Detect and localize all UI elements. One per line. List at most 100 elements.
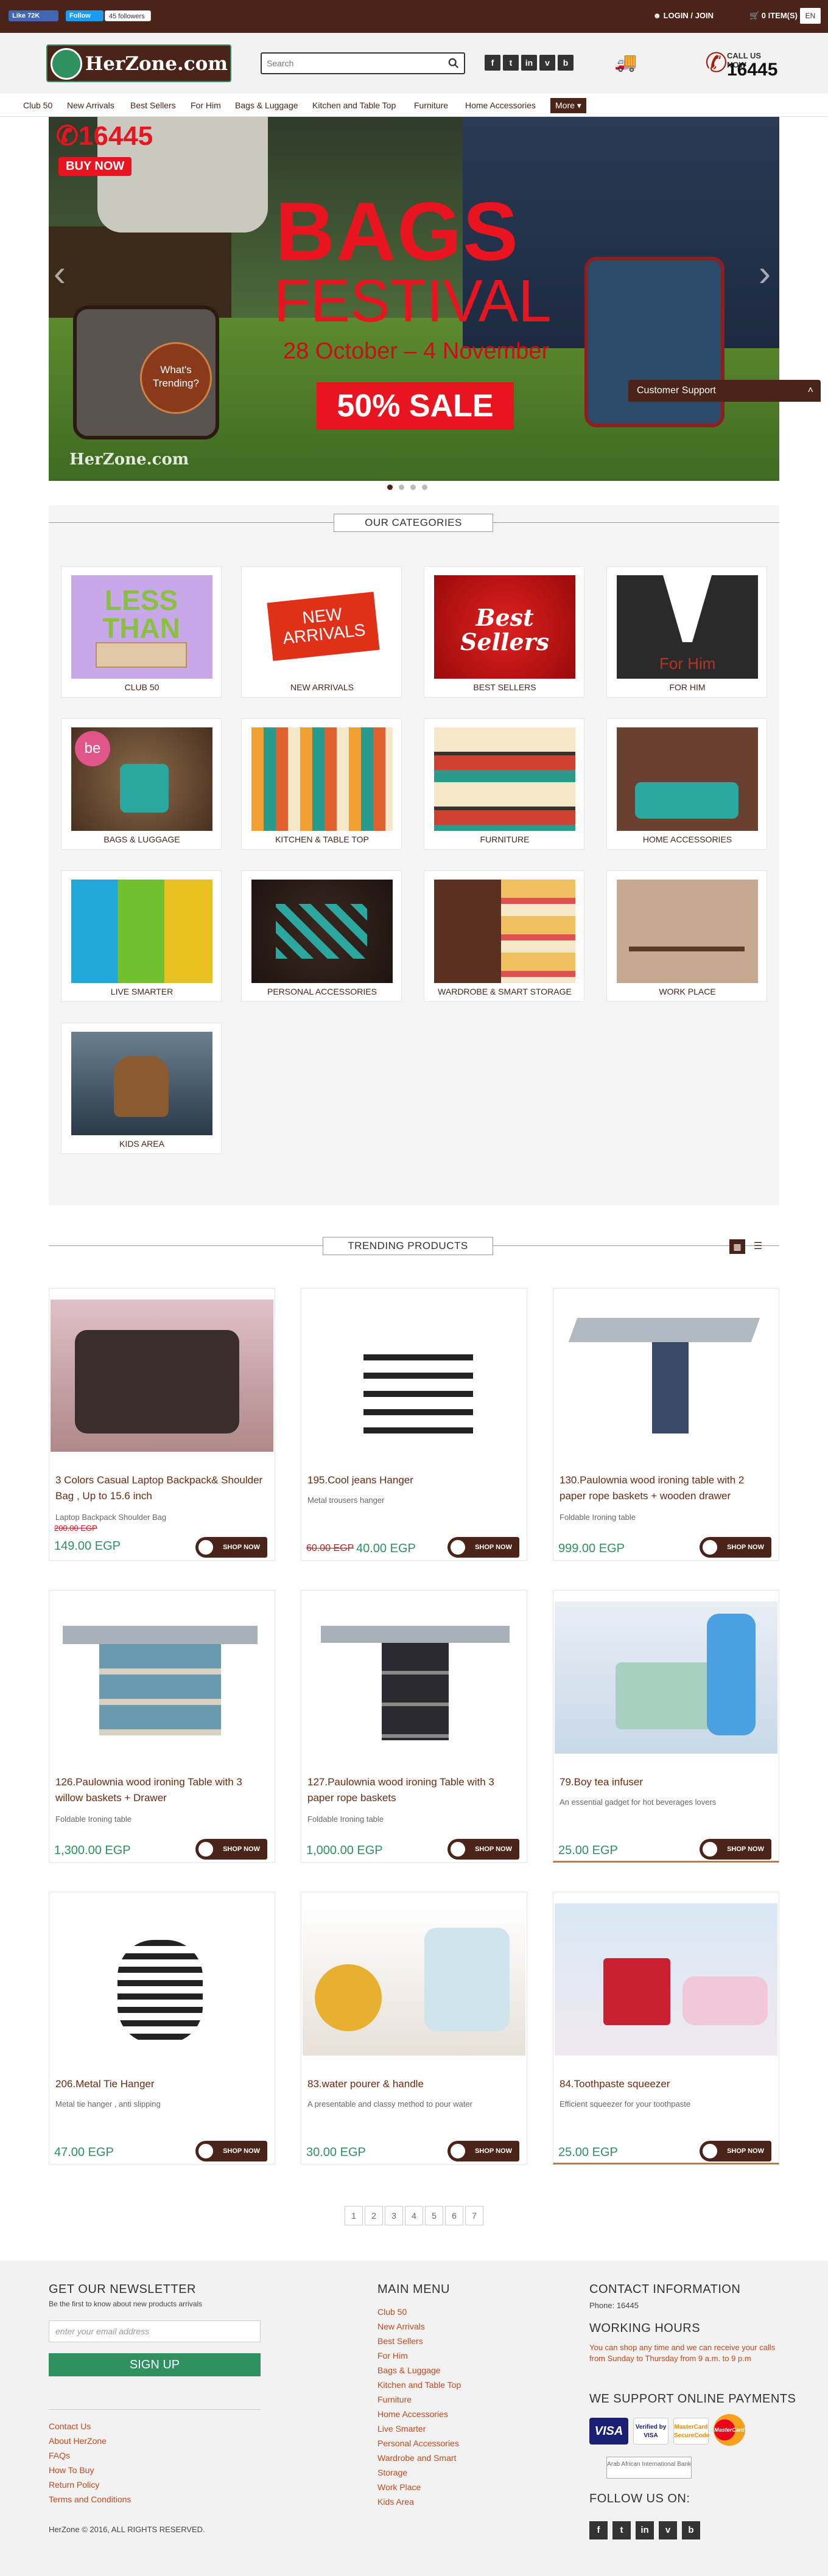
category-card[interactable]: LIVE SMARTER (61, 870, 222, 1002)
product-name[interactable]: 130.Paulownia wood ironing table with 2 … (560, 1472, 773, 1504)
product-card[interactable]: 126.Paulownia wood ironing Table with 3 … (49, 1590, 275, 1863)
page-link[interactable]: 6 (445, 2206, 463, 2225)
list-view-icon[interactable]: ☰ (750, 1239, 766, 1254)
shop-now-button[interactable]: SHOP NOW (195, 1839, 267, 1860)
product-card[interactable]: 79.Boy tea infuser An essential gadget f… (553, 1590, 779, 1863)
category-card[interactable]: For Him FOR HIM (606, 566, 767, 698)
nav-item-bags-luggage[interactable]: Bags & Luggage (235, 100, 298, 110)
shop-now-button[interactable]: SHOP NOW (447, 1839, 519, 1860)
page-link[interactable]: 4 (405, 2206, 423, 2225)
nav-item-kitchen[interactable]: Kitchen and Table Top (312, 100, 396, 110)
product-name[interactable]: 127.Paulownia wood ironing Table with 3 … (307, 1774, 521, 1806)
slider-next-icon[interactable]: › (759, 252, 771, 294)
twitter-icon[interactable]: t (503, 55, 519, 71)
blogger-icon[interactable]: b (558, 55, 574, 71)
footer-menu-link[interactable]: Bags & Luggage (377, 2365, 441, 2375)
footer-link[interactable]: FAQs (49, 2451, 70, 2460)
category-card[interactable]: LESS THAN CLUB 50 (61, 566, 222, 698)
product-card[interactable]: 206.Metal Tie Hanger Metal tie hanger , … (49, 1892, 275, 2165)
site-logo[interactable]: HerZone.com (46, 44, 231, 82)
footer-link[interactable]: Return Policy (49, 2480, 99, 2490)
product-card[interactable]: 130.Paulownia wood ironing table with 2 … (553, 1288, 779, 1561)
nav-item-home-accessories[interactable]: Home Accessories (465, 100, 536, 110)
footer-link[interactable]: About HerZone (49, 2436, 107, 2446)
footer-menu-link[interactable]: Personal Accessories (377, 2438, 459, 2448)
category-card[interactable]: NEW ARRIVALS NEW ARRIVALS (241, 566, 402, 698)
category-card[interactable]: KIDS AREA (61, 1023, 222, 1154)
slider-prev-icon[interactable]: ‹ (54, 252, 66, 294)
footer-link[interactable]: Contact Us (49, 2421, 91, 2431)
page-link[interactable]: 3 (385, 2206, 403, 2225)
product-card[interactable]: 3 Colors Casual Laptop Backpack& Shoulde… (49, 1288, 275, 1561)
footer-menu-link[interactable]: Work Place (377, 2482, 421, 2492)
twitter-follow-button[interactable]: Follow (66, 10, 103, 21)
footer-twitter-icon[interactable]: t (612, 2521, 631, 2539)
footer-menu-link[interactable]: Storage (377, 2468, 407, 2477)
footer-menu-link[interactable]: Kids Area (377, 2497, 414, 2507)
shop-now-button[interactable]: SHOP NOW (700, 1537, 771, 1558)
nav-item-club-50[interactable]: Club 50 (23, 100, 52, 110)
footer-menu-link[interactable]: Best Sellers (377, 2336, 423, 2346)
slider-dot-2[interactable] (399, 485, 404, 490)
category-card[interactable]: KITCHEN & TABLE TOP (241, 718, 402, 850)
category-card[interactable]: be BAGS & LUGGAGE (61, 718, 222, 850)
category-card[interactable]: PERSONAL ACCESSORIES (241, 870, 402, 1002)
product-name[interactable]: 83.water pourer & handle (307, 2076, 521, 2092)
footer-menu-link[interactable]: Home Accessories (377, 2409, 448, 2419)
footer-link[interactable]: How To Buy (49, 2465, 94, 2475)
footer-menu-link[interactable]: For Him (377, 2351, 408, 2361)
footer-menu-link[interactable]: Furniture (377, 2395, 412, 2404)
product-card[interactable]: 83.water pourer & handle A presentable a… (301, 1892, 527, 2165)
facebook-icon[interactable]: f (485, 55, 500, 71)
page-link[interactable]: 7 (465, 2206, 483, 2225)
footer-menu-link[interactable]: Live Smarter (377, 2424, 426, 2434)
footer-menu-link[interactable]: Kitchen and Table Top (377, 2380, 461, 2390)
instagram-icon[interactable]: in (521, 55, 537, 71)
language-select[interactable]: EN (800, 8, 821, 24)
nav-item-best-sellers[interactable]: Best Sellers (130, 100, 176, 110)
hero-buy-now-button[interactable]: BUY NOW (58, 157, 132, 176)
grid-view-icon[interactable]: ▦ (729, 1239, 745, 1254)
nav-item-furniture[interactable]: Furniture (414, 100, 448, 110)
product-name[interactable]: 126.Paulownia wood ironing Table with 3 … (55, 1774, 268, 1806)
footer-link[interactable]: Terms and Conditions (49, 2494, 131, 2504)
product-name[interactable]: 3 Colors Casual Laptop Backpack& Shoulde… (55, 1472, 268, 1504)
nav-item-for-him[interactable]: For Him (191, 100, 221, 110)
category-card[interactable]: Best Sellers BEST SELLERS (424, 566, 584, 698)
product-card[interactable]: 195.Cool jeans Hanger Metal trousers han… (301, 1288, 527, 1561)
product-name[interactable]: 195.Cool jeans Hanger (307, 1472, 521, 1488)
vimeo-icon[interactable]: v (539, 55, 555, 71)
category-card[interactable]: FURNITURE (424, 718, 584, 850)
product-card[interactable]: 127.Paulownia wood ironing Table with 3 … (301, 1590, 527, 1863)
shop-now-button[interactable]: SHOP NOW (447, 1537, 519, 1558)
shop-now-button[interactable]: SHOP NOW (195, 2141, 267, 2161)
footer-instagram-icon[interactable]: in (636, 2521, 654, 2539)
slider-dot-3[interactable] (410, 485, 416, 490)
category-card[interactable]: WORK PLACE (606, 870, 767, 1002)
page-link[interactable]: 5 (425, 2206, 443, 2225)
shop-now-button[interactable]: SHOP NOW (700, 1839, 771, 1860)
hero-banner[interactable]: ✆16445 BUY NOW BAGS FESTIVAL 28 October … (49, 117, 779, 481)
footer-vimeo-icon[interactable]: v (659, 2521, 677, 2539)
search-icon[interactable] (448, 58, 459, 69)
whats-trending-badge[interactable]: What's Trending? (140, 342, 212, 414)
login-link[interactable]: ☻ LOGIN / JOIN (653, 10, 714, 22)
slider-dot-1[interactable] (387, 485, 393, 490)
product-name[interactable]: 79.Boy tea infuser (560, 1774, 773, 1790)
product-name[interactable]: 84.Toothpaste squeezer (560, 2076, 773, 2092)
footer-menu-link[interactable]: Club 50 (377, 2307, 407, 2317)
shop-now-button[interactable]: SHOP NOW (447, 2141, 519, 2161)
page-link[interactable]: 2 (365, 2206, 383, 2225)
slider-dot-4[interactable] (422, 485, 427, 490)
facebook-like-button[interactable]: Like 72K (9, 10, 58, 21)
footer-menu-link[interactable]: Wardrobe and Smart (377, 2453, 456, 2463)
category-card[interactable]: WARDROBE & SMART STORAGE (424, 870, 584, 1002)
category-card[interactable]: HOME ACCESSORIES (606, 718, 767, 850)
product-card[interactable]: 84.Toothpaste squeezer Efficient squeeze… (553, 1892, 779, 2165)
newsletter-signup-button[interactable]: SIGN UP (49, 2353, 261, 2376)
footer-facebook-icon[interactable]: f (589, 2521, 608, 2539)
nav-item-more[interactable]: More ▾ (550, 98, 586, 113)
shop-now-button[interactable]: SHOP NOW (700, 2141, 771, 2161)
nav-item-new-arrivals[interactable]: New Arrivals (67, 100, 114, 110)
newsletter-email-input[interactable]: enter your email address (49, 2320, 261, 2342)
